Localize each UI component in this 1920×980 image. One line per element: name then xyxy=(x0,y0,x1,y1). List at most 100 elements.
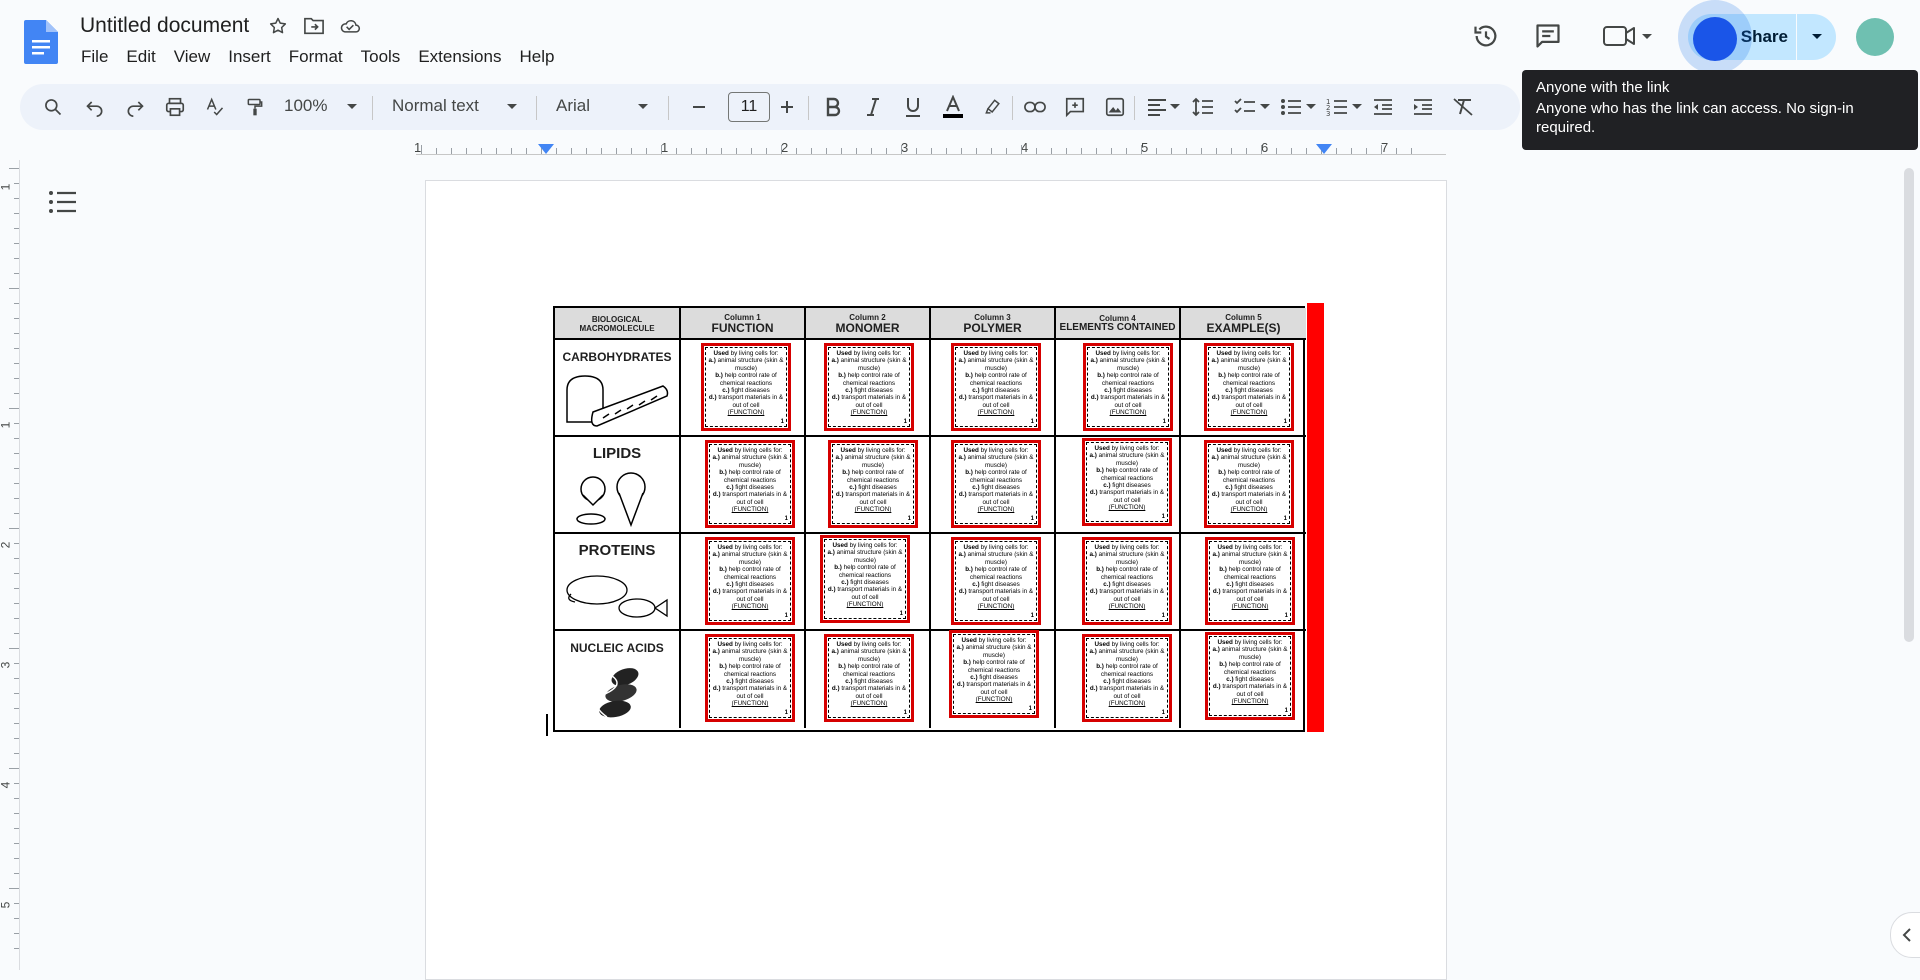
share-dropdown-icon[interactable] xyxy=(1796,14,1836,60)
move-to-folder-icon[interactable] xyxy=(303,15,325,37)
outline-icon[interactable] xyxy=(48,188,78,216)
link-icon[interactable] xyxy=(1022,94,1048,120)
card-option-d: transport materials in & out of cell xyxy=(1220,683,1288,698)
ruler-tick xyxy=(9,288,19,289)
card-lead-rest: by living cells for: xyxy=(978,350,1029,357)
ruler-tick xyxy=(721,148,722,154)
ruler-tick xyxy=(1246,148,1247,154)
meet-icon[interactable] xyxy=(1600,20,1656,52)
ruler-tick xyxy=(556,148,557,154)
ruler-tick xyxy=(14,318,19,319)
left-indent-marker[interactable] xyxy=(538,144,554,154)
bold-icon[interactable] xyxy=(820,94,846,120)
ruler-tick xyxy=(14,558,19,559)
menu-help[interactable]: Help xyxy=(510,45,563,69)
font-select[interactable]: Arial xyxy=(556,96,590,116)
decrease-font-size-icon[interactable] xyxy=(686,94,712,120)
right-indent-marker[interactable] xyxy=(1316,144,1332,154)
add-comment-icon[interactable] xyxy=(1062,94,1088,120)
card-key: c.) xyxy=(1103,482,1111,490)
bread-icon xyxy=(566,375,669,427)
style-select[interactable]: Normal text xyxy=(392,96,479,116)
bulleted-list-icon[interactable] xyxy=(1278,94,1304,120)
ruler-tick xyxy=(14,198,19,199)
card-option-b: help control rate of chemical reactions xyxy=(1100,467,1158,482)
card-lead-rest: by living cells for: xyxy=(1109,641,1160,648)
column-header-big: MONOMER xyxy=(835,320,900,335)
spellcheck-icon[interactable] xyxy=(202,94,228,120)
search-icon[interactable] xyxy=(40,94,66,120)
card-option-c: fight diseases xyxy=(733,484,774,492)
history-icon[interactable] xyxy=(1470,20,1502,52)
avatar[interactable] xyxy=(1856,18,1894,56)
side-panel-toggle[interactable] xyxy=(1890,912,1920,958)
menu-file[interactable]: File xyxy=(72,45,117,69)
answer-card: Used by living cells for: a.) animal stru… xyxy=(824,634,914,722)
undo-icon[interactable] xyxy=(82,94,108,120)
star-icon[interactable] xyxy=(267,15,289,37)
zoom-select[interactable]: 100% xyxy=(284,96,327,116)
print-icon[interactable] xyxy=(162,94,188,120)
font-size-input[interactable]: 11 xyxy=(728,92,770,122)
card-option-c: fight diseases xyxy=(1110,678,1151,686)
italic-icon[interactable] xyxy=(860,94,886,120)
menu-insert[interactable]: Insert xyxy=(219,45,280,69)
card-key: b.) xyxy=(1097,372,1105,380)
style-caret-icon xyxy=(507,104,517,109)
document-title[interactable]: Untitled document xyxy=(76,12,253,40)
card-lead-rest: by living cells for: xyxy=(978,447,1029,454)
card-content: Used by living cells for: a.) animal stru… xyxy=(709,541,791,621)
card-option-d: transport materials in & out of cell xyxy=(966,394,1034,409)
card-key: a.) xyxy=(1089,452,1097,460)
docs-logo-icon[interactable] xyxy=(24,20,58,64)
card-content: Used by living cells for: a.) animal stru… xyxy=(709,638,791,718)
menu-format[interactable]: Format xyxy=(280,45,352,69)
comment-icon[interactable] xyxy=(1532,20,1564,52)
underline-icon[interactable] xyxy=(900,94,926,120)
ruler-tick xyxy=(796,148,797,154)
menu-extensions[interactable]: Extensions xyxy=(409,45,510,69)
worksheet-image[interactable]: BIOLOGICAL MACROMOLECULE Column 1 FUNCTI… xyxy=(553,306,1306,732)
ruler-tick xyxy=(1096,148,1097,154)
card-function-label: (FUNCTION) xyxy=(1230,506,1268,514)
ruler-tick xyxy=(1081,148,1082,154)
card-lead: Used xyxy=(1216,350,1232,357)
clear-formatting-icon[interactable] xyxy=(1450,94,1476,120)
horizontal-ruler[interactable]: 1 1 2 3 4 5 6 7 xyxy=(414,140,1446,160)
vertical-ruler[interactable]: 1 1 2 3 4 5 xyxy=(0,160,20,970)
increase-indent-icon[interactable] xyxy=(1410,94,1436,120)
highlight-icon[interactable] xyxy=(980,94,1006,120)
toolbar-divider xyxy=(668,96,669,120)
menu-view[interactable]: View xyxy=(165,45,220,69)
card-key: b.) xyxy=(1096,566,1104,574)
card-lead-rest: by living cells for: xyxy=(732,544,783,551)
card-option-c: fight diseases xyxy=(729,387,770,395)
decrease-indent-icon[interactable] xyxy=(1370,94,1396,120)
card-lead: Used xyxy=(1216,447,1232,454)
menu-tools[interactable]: Tools xyxy=(352,45,410,69)
ruler-tick xyxy=(1366,148,1367,154)
cloud-status-icon[interactable] xyxy=(339,15,361,37)
checklist-icon[interactable] xyxy=(1232,94,1258,120)
card-option-d: transport materials in & out of cell xyxy=(1219,394,1287,409)
card-option-b: help control rate of chemical reactions xyxy=(1101,372,1159,387)
paint-format-icon[interactable] xyxy=(242,94,268,120)
menu-edit[interactable]: Edit xyxy=(117,45,164,69)
align-icon[interactable] xyxy=(1144,94,1170,120)
card-key: b.) xyxy=(1096,467,1104,475)
card-key: b.) xyxy=(719,663,727,671)
title-row: Untitled document xyxy=(76,12,361,40)
card-option-d: transport materials in & out of cell xyxy=(966,588,1034,603)
card-key: c.) xyxy=(970,674,978,682)
numbered-list-icon[interactable]: 123 xyxy=(1324,94,1350,120)
insert-image-icon[interactable] xyxy=(1102,94,1128,120)
line-spacing-icon[interactable] xyxy=(1190,94,1216,120)
redo-icon[interactable] xyxy=(122,94,148,120)
card-option-a: animal structure (skin & muscle) xyxy=(1096,648,1165,663)
row-header-nucleic-acids: NUCLEIC ACIDS xyxy=(555,631,681,728)
card-key: a.) xyxy=(1089,551,1097,559)
increase-font-size-icon[interactable] xyxy=(774,94,800,120)
card-lead: Used xyxy=(1094,641,1110,648)
vertical-scrollbar[interactable] xyxy=(1904,168,1914,642)
text-color-icon[interactable] xyxy=(940,94,966,120)
